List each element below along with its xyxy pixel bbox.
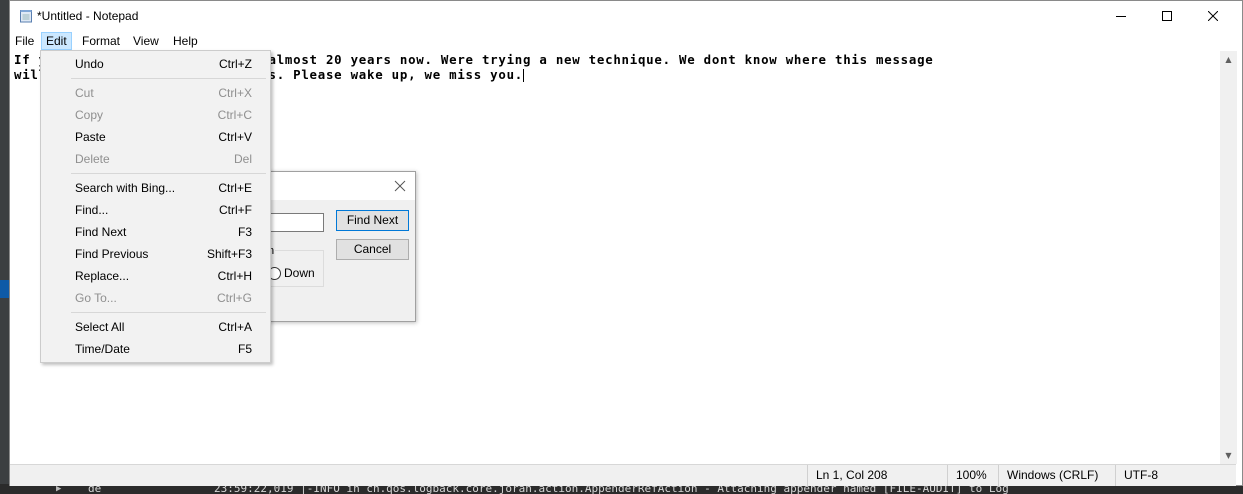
menu-item-label: Time/Date [75, 342, 130, 356]
menu-item-shortcut: Ctrl+E [218, 181, 252, 195]
desktop-left-strip [0, 0, 9, 494]
find-dialog-close-icon[interactable] [392, 178, 408, 194]
menu-item-find-previous[interactable]: Find Previous Shift+F3 [43, 243, 268, 265]
menu-item-label: Paste [75, 130, 106, 144]
menu-item-label: Delete [75, 152, 110, 166]
menu-edit[interactable]: Edit [41, 32, 72, 50]
notepad-app-icon [20, 10, 32, 23]
menu-item-delete[interactable]: Delete Del [43, 148, 268, 170]
menu-item-label: Find Next [75, 225, 127, 239]
menu-item-label: Copy [75, 108, 104, 122]
menu-item-shortcut: Ctrl+X [218, 86, 252, 100]
menu-item-shortcut: Shift+F3 [206, 247, 252, 261]
menu-separator [71, 78, 266, 79]
menu-item-label: Undo [75, 57, 104, 71]
menu-item-label: Go To... [75, 291, 117, 305]
minimize-button[interactable] [1098, 1, 1144, 31]
menu-item-shortcut: Ctrl+A [218, 320, 252, 334]
menu-item-label: Find... [75, 203, 109, 217]
maximize-button[interactable] [1144, 1, 1190, 31]
desktop-selection-strip [0, 280, 9, 298]
menu-item-shortcut: F5 [237, 342, 252, 356]
menu-item-find[interactable]: Find... Ctrl+F [43, 199, 268, 221]
menu-file[interactable]: File [11, 32, 38, 50]
menu-separator [71, 312, 266, 313]
menu-item-shortcut: Ctrl+Z [219, 57, 252, 71]
menu-item-go-to[interactable]: Go To... Ctrl+G [43, 287, 268, 309]
menu-item-cut[interactable]: Cut Ctrl+X [43, 82, 268, 104]
menu-item-shortcut: Ctrl+G [216, 291, 252, 305]
menu-item-search-with-bing[interactable]: Search with Bing... Ctrl+E [43, 177, 268, 199]
menu-item-copy[interactable]: Copy Ctrl+C [43, 104, 268, 126]
menu-item-time-date[interactable]: Time/Date F5 [43, 338, 268, 360]
menu-view[interactable]: View [129, 32, 163, 50]
status-zoom: 100% [947, 465, 998, 486]
menu-item-shortcut: Ctrl+V [218, 130, 252, 144]
status-encoding: UTF-8 [1115, 465, 1236, 486]
menu-item-label: Cut [75, 86, 94, 100]
menu-item-paste[interactable]: Paste Ctrl+V [43, 126, 268, 148]
menu-item-replace[interactable]: Replace... Ctrl+H [43, 265, 268, 287]
menu-item-shortcut: Ctrl+H [217, 269, 252, 283]
menu-item-shortcut: Ctrl+F [219, 203, 252, 217]
menu-item-label: Find Previous [75, 247, 149, 261]
status-line-ending: Windows (CRLF) [998, 465, 1115, 486]
menu-item-find-next[interactable]: Find Next F3 [43, 221, 268, 243]
menu-item-select-all[interactable]: Select All Ctrl+A [43, 316, 268, 338]
text-caret [523, 69, 525, 82]
menu-bar: File Edit Format View Help [10, 31, 1242, 51]
menu-help[interactable]: Help [169, 32, 202, 50]
scroll-down-arrow-icon[interactable]: ▼ [1220, 447, 1237, 464]
menu-format[interactable]: Format [78, 32, 124, 50]
window-title: *Untitled - Notepad [37, 9, 139, 23]
menu-separator [71, 173, 266, 174]
maximize-icon [1162, 11, 1172, 21]
menu-item-label: Search with Bing... [75, 181, 176, 195]
direction-down-label: Down [284, 266, 315, 280]
status-cursor-position: Ln 1, Col 208 [807, 465, 947, 486]
edit-menu-dropdown: Undo Ctrl+Z Cut Ctrl+X Copy Ctrl+C Paste… [40, 50, 271, 363]
menu-item-shortcut: Del [233, 152, 252, 166]
scroll-up-arrow-icon[interactable]: ▲ [1220, 51, 1237, 68]
minimize-icon [1116, 16, 1126, 17]
menu-item-undo[interactable]: Undo Ctrl+Z [43, 53, 268, 75]
find-next-button[interactable]: Find Next [336, 210, 409, 231]
title-bar[interactable]: *Untitled - Notepad [10, 1, 1242, 31]
menu-item-shortcut: Ctrl+C [217, 108, 252, 122]
menu-item-label: Select All [75, 320, 125, 334]
menu-item-shortcut: F3 [237, 225, 252, 239]
status-bar: Ln 1, Col 208 100% Windows (CRLF) UTF-8 [10, 464, 1236, 486]
cancel-button[interactable]: Cancel [336, 239, 409, 260]
menu-item-label: Replace... [75, 269, 130, 283]
close-button[interactable] [1190, 1, 1236, 31]
close-icon [1208, 11, 1218, 21]
vertical-scrollbar[interactable]: ▲ ▼ [1220, 51, 1237, 464]
